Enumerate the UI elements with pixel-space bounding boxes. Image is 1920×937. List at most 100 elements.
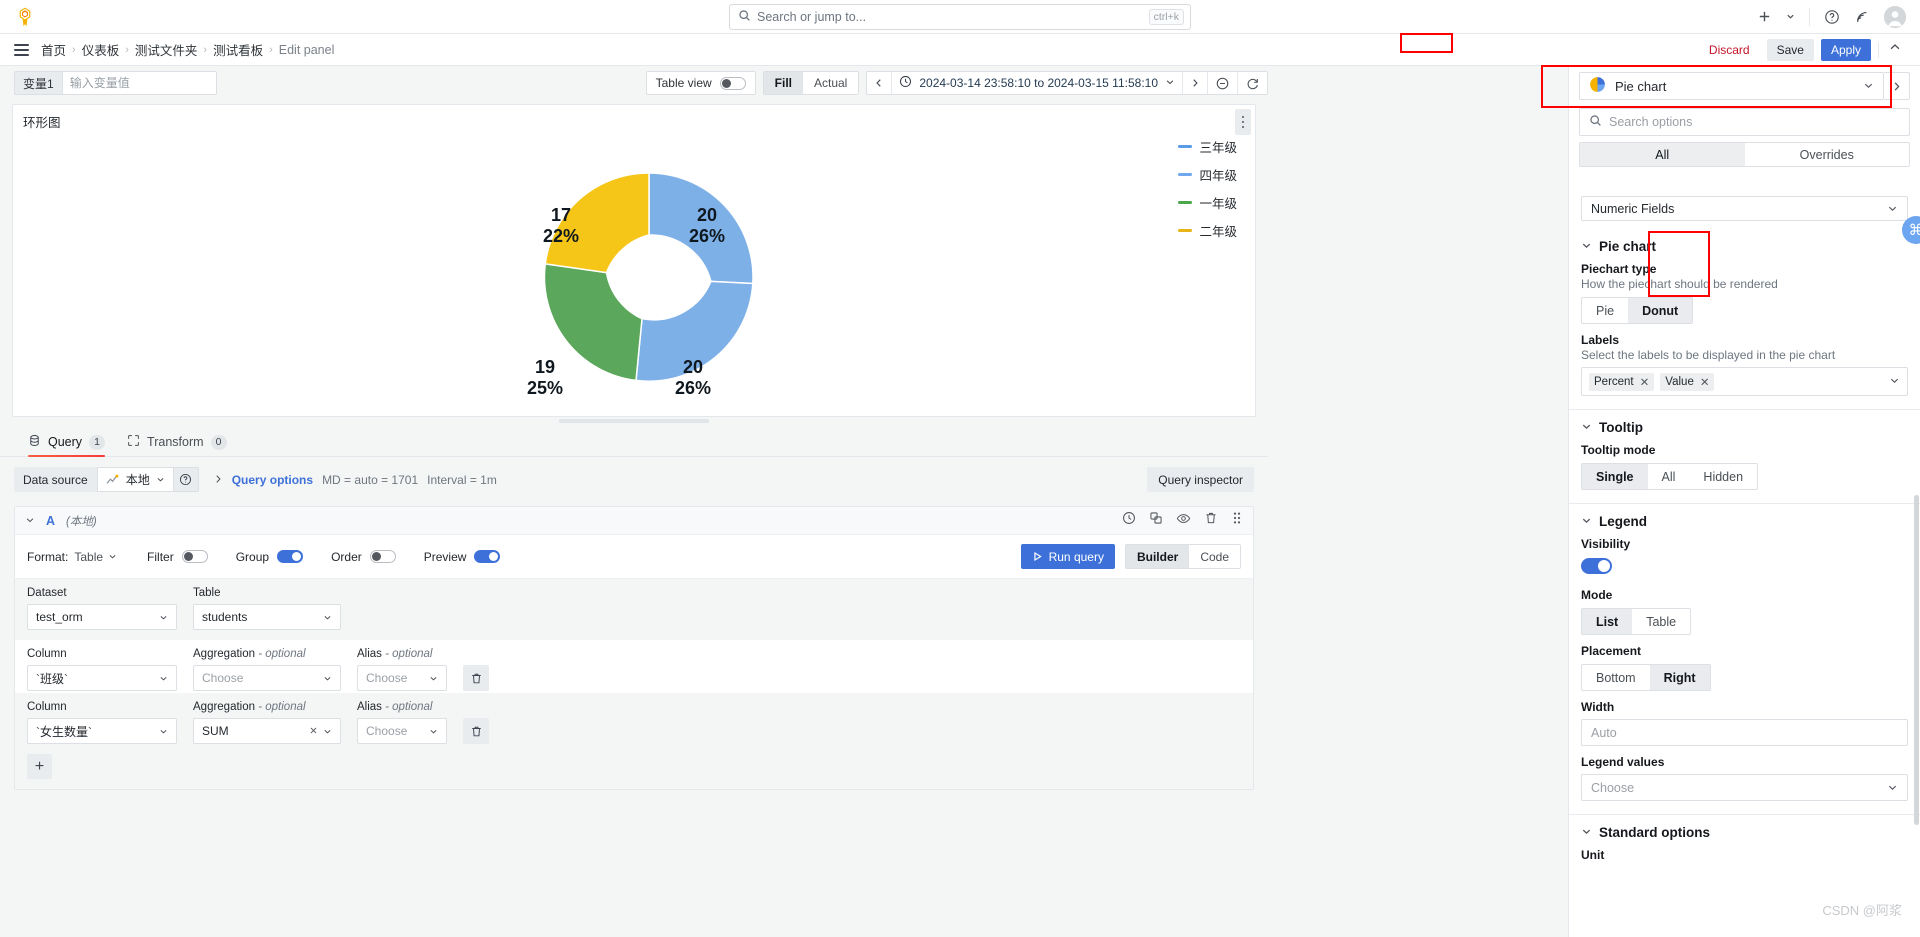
chevron-down-icon[interactable]	[1581, 826, 1592, 840]
duplicate-query-icon[interactable]	[1149, 511, 1163, 530]
panel-resize-handle[interactable]	[559, 419, 709, 423]
grafana-logo-icon[interactable]	[14, 6, 36, 28]
table-view-toggle[interactable]: Table view	[645, 71, 756, 95]
section-header-tooltip[interactable]: Tooltip	[1581, 420, 1908, 435]
drag-query-icon[interactable]	[1231, 511, 1243, 530]
labels-multiselect[interactable]: Percent ✕ Value ✕	[1581, 367, 1908, 396]
clear-aggregation-icon[interactable]	[309, 724, 318, 738]
actual-button[interactable]: Actual	[803, 72, 859, 94]
query-options-link[interactable]: Query options	[232, 473, 313, 487]
legend-placement-bottom-button[interactable]: Bottom	[1582, 665, 1650, 690]
hide-query-eye-icon[interactable]	[1176, 511, 1191, 531]
legend-placement-right-button[interactable]: Right	[1649, 665, 1710, 690]
breadcrumb-item-dashboards[interactable]: 仪表板	[82, 40, 120, 59]
legend-item-sannianji[interactable]: 三年级	[1178, 137, 1237, 156]
collapse-chevron-down-icon[interactable]	[25, 512, 35, 530]
order-toggle[interactable]: Order	[331, 550, 396, 564]
chevron-down-icon[interactable]	[1581, 421, 1592, 435]
section-header-standard-options[interactable]: Standard options	[1581, 825, 1908, 840]
time-shift-back-button[interactable]	[867, 72, 893, 94]
builder-button[interactable]: Builder	[1125, 545, 1190, 568]
refresh-icon[interactable]	[1238, 72, 1267, 94]
remove-pill-icon[interactable]: ✕	[1700, 375, 1710, 389]
chevron-down-icon[interactable]	[1863, 79, 1874, 94]
options-search-input[interactable]: Search options	[1579, 108, 1910, 136]
remove-pill-icon[interactable]: ✕	[1640, 375, 1650, 389]
tab-query[interactable]: Query 1	[28, 428, 106, 457]
legend-mode-table-button[interactable]: Table	[1632, 609, 1691, 634]
legend-item-ernianji[interactable]: 二年级	[1178, 221, 1237, 240]
breadcrumb-item-folder[interactable]: 测试文件夹	[135, 40, 198, 59]
legend-mode-list-button[interactable]: List	[1582, 609, 1633, 634]
preview-switch[interactable]	[474, 550, 501, 563]
tab-overrides[interactable]: Overrides	[1744, 143, 1909, 166]
expand-chevron-right-icon[interactable]	[213, 473, 223, 487]
column-select-2[interactable]: `女生数量`	[27, 718, 177, 744]
group-switch[interactable]	[277, 550, 304, 563]
legend-width-input[interactable]: Auto	[1581, 719, 1908, 746]
preview-toggle[interactable]: Preview	[424, 550, 501, 564]
fill-button[interactable]: Fill	[763, 72, 803, 94]
piechart-type-donut-button[interactable]: Donut	[1628, 298, 1693, 323]
save-button[interactable]: Save	[1766, 38, 1814, 61]
options-scrollbar[interactable]	[1914, 495, 1919, 825]
section-header-pie-chart[interactable]: Pie chart	[1581, 239, 1908, 254]
tab-transform[interactable]: Transform 0	[127, 428, 227, 456]
datasource-help-icon[interactable]	[173, 467, 199, 492]
zoom-out-icon[interactable]	[1208, 72, 1238, 94]
breadcrumb-item-dashboard[interactable]: 测试看板	[213, 40, 263, 59]
column-select-1[interactable]: `班级`	[27, 665, 177, 691]
label-pill-value[interactable]: Value ✕	[1660, 372, 1715, 391]
discard-button[interactable]: Discard	[1698, 38, 1760, 61]
tab-all[interactable]: All	[1580, 143, 1745, 166]
group-toggle[interactable]: Group	[236, 550, 304, 564]
collapse-pane-chevron-up-icon[interactable]	[1886, 40, 1904, 59]
section-header-legend[interactable]: Legend	[1581, 514, 1908, 529]
chevron-down-icon[interactable]	[1581, 515, 1592, 529]
remove-query-trash-icon[interactable]	[1204, 511, 1218, 530]
alias-select-2[interactable]: Choose	[357, 718, 447, 744]
dataset-select[interactable]: test_orm	[27, 604, 177, 630]
add-new-button[interactable]	[1757, 9, 1772, 24]
apply-button[interactable]: Apply	[1820, 38, 1871, 61]
piechart-type-pie-button[interactable]: Pie	[1582, 298, 1629, 323]
legend-item-sinianji[interactable]: 四年级	[1178, 165, 1237, 184]
remove-column-trash-icon-2[interactable]	[463, 718, 489, 744]
tooltip-mode-hidden-button[interactable]: Hidden	[1689, 464, 1758, 489]
hamburger-menu-icon[interactable]	[12, 42, 31, 58]
legend-values-select[interactable]: Choose	[1581, 774, 1908, 801]
order-switch[interactable]	[369, 550, 396, 563]
legend-visibility-switch[interactable]	[1581, 558, 1612, 574]
query-time-icon[interactable]	[1122, 511, 1136, 530]
global-search[interactable]: Search or jump to... ctrl+k	[729, 4, 1191, 30]
open-visualization-list-chevron-right-icon[interactable]	[1884, 72, 1910, 100]
news-rss-icon[interactable]	[1854, 9, 1870, 25]
aggregation-select-2[interactable]: SUM	[193, 718, 341, 744]
code-button[interactable]: Code	[1189, 545, 1240, 568]
time-range-picker[interactable]: 2024-03-14 23:58:10 to 2024-03-15 11:58:…	[892, 72, 1183, 94]
chevron-down-icon[interactable]	[1889, 373, 1900, 391]
aggregation-select-1[interactable]: Choose	[193, 665, 341, 691]
remove-column-trash-icon-1[interactable]	[463, 665, 489, 691]
user-avatar[interactable]	[1884, 5, 1906, 28]
data-source-picker[interactable]: 本地	[96, 467, 174, 492]
query-ref-id[interactable]: A	[46, 514, 55, 528]
variable-input-1[interactable]	[61, 71, 217, 95]
legend-item-yinianji[interactable]: 一年级	[1178, 193, 1237, 212]
add-column-button[interactable]: +	[27, 754, 52, 779]
query-inspector-button[interactable]: Query inspector	[1147, 467, 1254, 492]
chevron-down-icon[interactable]	[1581, 240, 1592, 254]
time-shift-forward-button[interactable]	[1183, 72, 1208, 94]
breadcrumb-item-home[interactable]: 首页	[41, 40, 66, 59]
filter-switch[interactable]	[181, 550, 208, 563]
alias-select-1[interactable]: Choose	[357, 665, 447, 691]
filter-toggle[interactable]: Filter	[147, 550, 208, 564]
search-input[interactable]: Search or jump to... ctrl+k	[729, 4, 1191, 30]
label-pill-percent[interactable]: Percent ✕	[1589, 372, 1655, 391]
tooltip-mode-all-button[interactable]: All	[1647, 464, 1690, 489]
table-view-switch[interactable]	[719, 76, 746, 90]
run-query-button[interactable]: Run query	[1020, 544, 1115, 569]
visualization-select[interactable]: Pie chart	[1579, 72, 1884, 100]
help-circle-icon[interactable]	[1824, 9, 1840, 25]
table-select[interactable]: students	[193, 604, 341, 630]
